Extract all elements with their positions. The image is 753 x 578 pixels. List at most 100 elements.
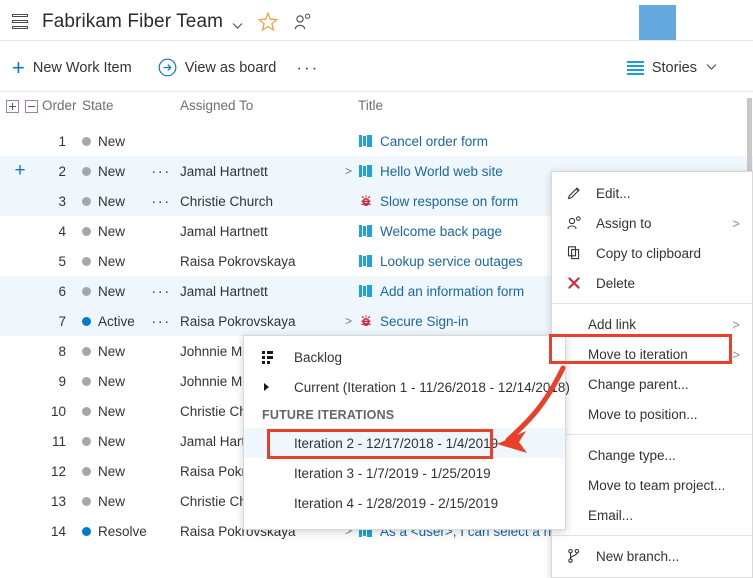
cell-state: New <box>82 126 125 156</box>
cell-state: New <box>82 366 125 396</box>
menu-item-label: Change parent... <box>588 377 752 392</box>
submenu-item-label: Iteration 3 - 1/7/2019 - 1/25/2019 <box>294 466 491 481</box>
cell-order: 3 <box>38 186 66 216</box>
row-expander-icon[interactable]: > <box>345 164 359 178</box>
row-add-child-button <box>8 456 32 486</box>
state-label: New <box>98 194 125 209</box>
submenu-item-label: Iteration 4 - 1/28/2019 - 2/15/2019 <box>294 496 498 511</box>
cell-title: Lookup service outages <box>345 246 523 276</box>
cell-order: 4 <box>38 216 66 246</box>
no-icon <box>262 496 286 510</box>
menu-item-edit[interactable]: Edit... <box>552 178 752 208</box>
state-label: New <box>98 494 125 509</box>
new-work-item-button[interactable]: + New Work Item <box>12 57 132 79</box>
user-story-icon <box>359 254 373 268</box>
people-icon[interactable] <box>293 12 313 32</box>
toolbar-more-button[interactable]: ··· <box>296 59 319 76</box>
row-add-child-button[interactable]: + <box>8 156 32 186</box>
state-dot-icon <box>82 347 91 356</box>
work-item-title-link[interactable]: Secure Sign-in <box>380 314 469 329</box>
collapse-all-button[interactable] <box>25 100 38 113</box>
branch-icon <box>566 548 588 564</box>
row-add-child-button <box>8 516 32 546</box>
work-item-title-link[interactable]: Welcome back page <box>380 224 502 239</box>
cell-assigned-to: Jamal Hartnett <box>180 156 268 186</box>
column-header-order[interactable]: Order <box>42 98 77 113</box>
work-item-title-link[interactable]: Lookup service outages <box>380 254 523 269</box>
submenu-item-iteration[interactable]: Iteration 2 - 12/17/2018 - 1/4/2019 <box>244 428 565 458</box>
no-icon <box>262 466 286 480</box>
row-expander-icon <box>345 194 359 208</box>
toolbar: + New Work Item View as board ··· Storie… <box>0 44 753 91</box>
state-dot-icon <box>82 437 91 446</box>
menu-item-label: Copy to clipboard <box>596 246 752 261</box>
column-header-assigned[interactable]: Assigned To <box>180 98 253 113</box>
row-add-child-button <box>8 426 32 456</box>
bug-icon <box>359 194 373 208</box>
expand-all-button[interactable] <box>6 100 19 113</box>
state-dot-icon <box>82 317 91 326</box>
row-context-menu-button <box>148 456 174 486</box>
x-delete-icon <box>566 275 588 291</box>
menu-item-change-type[interactable]: Change type... <box>552 440 752 470</box>
menu-item-change-parent[interactable]: Change parent... <box>552 369 752 399</box>
work-item-title-link[interactable]: Hello World web site <box>380 164 503 179</box>
row-context-menu-button <box>148 126 174 156</box>
app-window: Fabrikam Fiber Team + New Work Item <box>0 0 753 571</box>
menu-item-move-to-team-project[interactable]: Move to team project... <box>552 470 752 500</box>
cell-order: 12 <box>38 456 66 486</box>
cell-title: Slow response on form <box>345 186 518 216</box>
submenu-item-iteration[interactable]: Iteration 4 - 1/28/2019 - 2/15/2019 <box>244 488 565 518</box>
menu-item-email[interactable]: Email... <box>552 500 752 530</box>
menu-item-move-to-position[interactable]: Move to position... <box>552 399 752 429</box>
cell-state: New <box>82 336 125 366</box>
submenu-item-current-iteration[interactable]: Current (Iteration 1 - 11/26/2018 - 12/1… <box>244 372 565 402</box>
menu-item-add-link[interactable]: Add link> <box>552 309 752 339</box>
work-item-title-link[interactable]: Add an information form <box>380 284 524 299</box>
state-dot-icon <box>82 167 91 176</box>
menu-item-label: New branch... <box>596 549 752 564</box>
chevron-down-icon[interactable] <box>232 18 243 29</box>
backlog-grid-icon <box>262 350 286 364</box>
cell-assigned-to: Jamal Hartnett <box>180 276 268 306</box>
row-context-menu-button[interactable]: ··· <box>148 276 174 306</box>
submenu-item-backlog[interactable]: Backlog <box>244 342 565 372</box>
state-dot-icon <box>82 257 91 266</box>
cell-title: Cancel order form <box>345 126 488 156</box>
hamburger-icon[interactable] <box>10 12 30 32</box>
state-dot-icon <box>82 227 91 236</box>
state-label: New <box>98 254 125 269</box>
menu-item-move-to-iteration[interactable]: Move to iteration> <box>552 339 752 369</box>
view-as-board-button[interactable]: View as board <box>158 58 277 77</box>
menu-separator <box>552 434 752 435</box>
state-dot-icon <box>82 377 91 386</box>
work-item-title-link[interactable]: Cancel order form <box>380 134 488 149</box>
column-header-state[interactable]: State <box>82 98 114 113</box>
row-context-menu-button[interactable]: ··· <box>148 156 174 186</box>
plus-icon: + <box>12 57 25 79</box>
column-header-title[interactable]: Title <box>358 98 383 113</box>
star-icon[interactable] <box>257 11 279 33</box>
cell-title: > Secure Sign-in <box>345 306 469 336</box>
cell-assigned-to: Jamal Hartnett <box>180 216 268 246</box>
row-context-menu-button[interactable]: ··· <box>148 186 174 216</box>
stories-list-icon <box>627 60 644 76</box>
menu-item-label: Email... <box>588 508 752 523</box>
row-add-child-button <box>8 306 32 336</box>
row-expander-icon[interactable]: > <box>345 314 359 328</box>
submenu-item-label: Iteration 2 - 12/17/2018 - 1/4/2019 <box>294 436 498 451</box>
submenu-item-iteration[interactable]: Iteration 3 - 1/7/2019 - 1/25/2019 <box>244 458 565 488</box>
menu-item-assign-to[interactable]: Assign to> <box>552 208 752 238</box>
row-context-menu-button[interactable]: ··· <box>148 306 174 336</box>
work-item-title-link[interactable]: Slow response on form <box>380 194 518 209</box>
cell-title: Add an information form <box>345 276 524 306</box>
stories-dropdown[interactable]: Stories <box>627 59 717 77</box>
table-row[interactable]: 1New Cancel order form <box>0 126 753 156</box>
menu-item-new-branch[interactable]: New branch... <box>552 541 752 571</box>
menu-item-copy-to-clipboard[interactable]: Copy to clipboard <box>552 238 752 268</box>
row-context-menu-button <box>148 246 174 276</box>
row-add-child-button <box>8 186 32 216</box>
bug-icon <box>359 314 373 328</box>
menu-item-delete[interactable]: Delete <box>552 268 752 298</box>
row-context-menu-button <box>148 216 174 246</box>
